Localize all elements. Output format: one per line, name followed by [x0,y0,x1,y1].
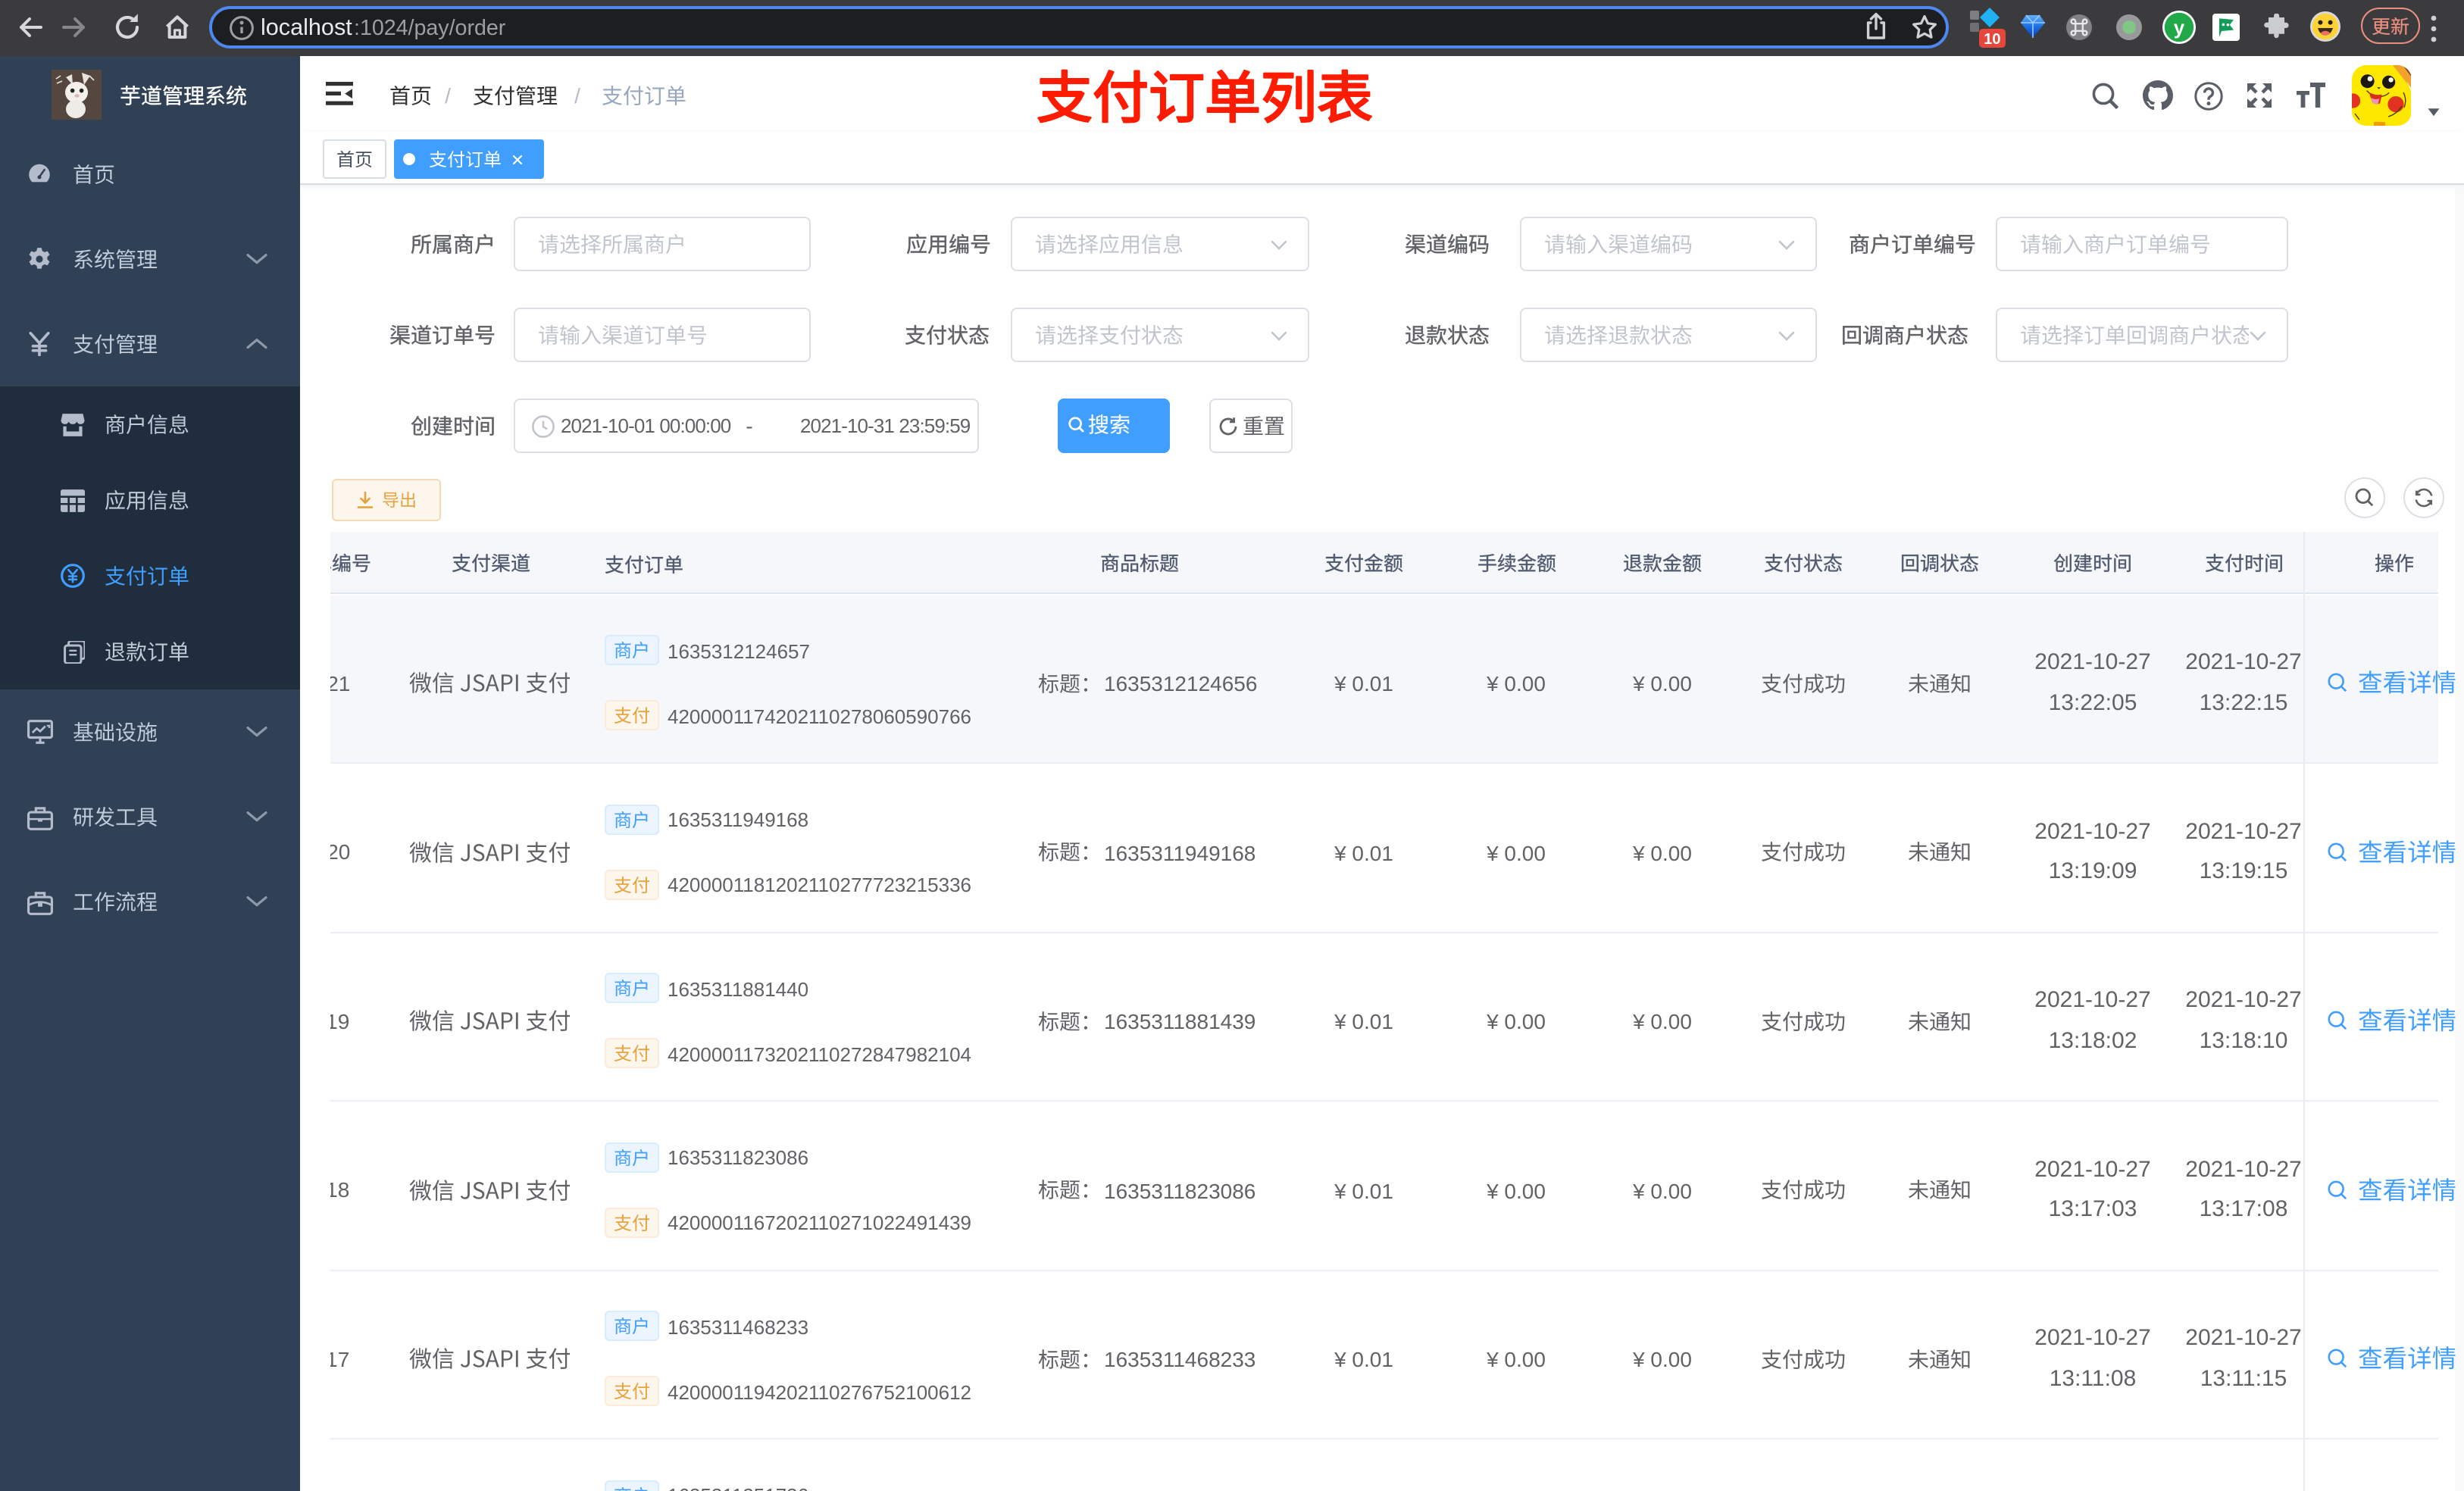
svg-text:10: 10 [1984,31,2000,48]
svg-text:y: y [2174,15,2185,38]
